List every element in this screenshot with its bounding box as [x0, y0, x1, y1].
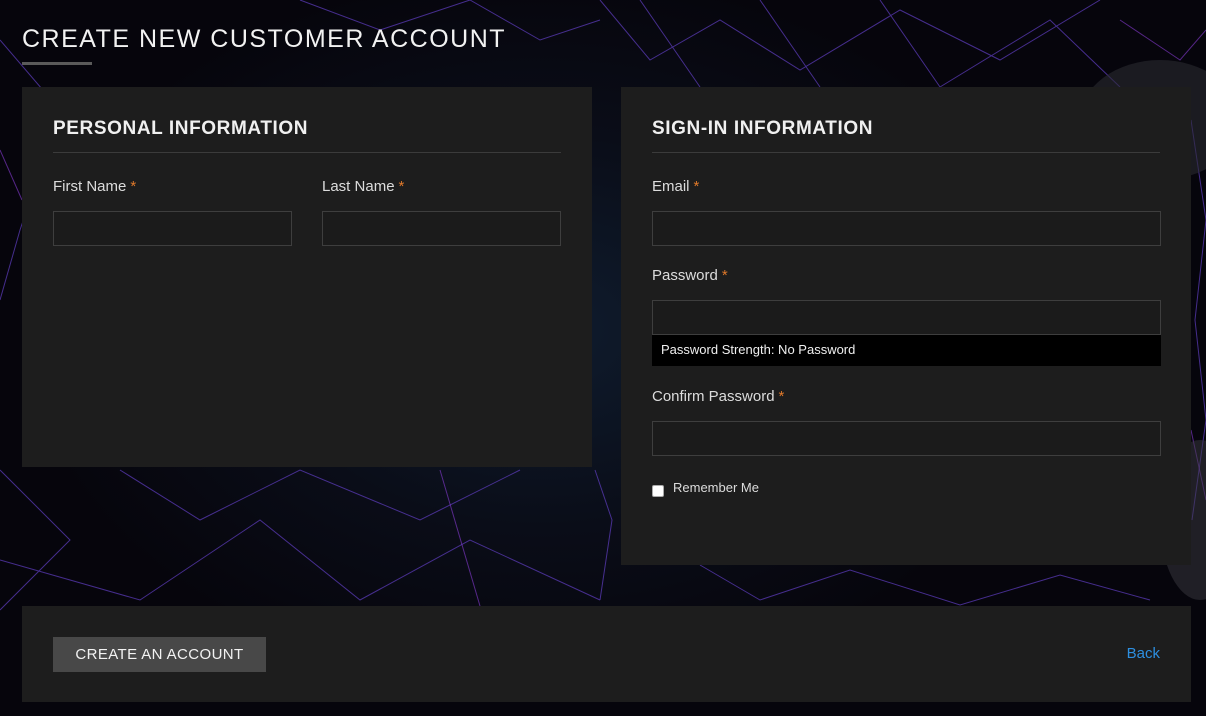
last-name-input[interactable]: [322, 211, 561, 246]
required-asterisk: *: [398, 178, 405, 195]
password-label-text: Password: [652, 267, 718, 284]
password-label: Password *: [652, 267, 728, 284]
first-name-label-text: First Name: [53, 178, 127, 195]
back-link[interactable]: Back: [1127, 645, 1160, 662]
password-input[interactable]: [652, 300, 1161, 335]
remember-me-checkbox[interactable]: [652, 485, 664, 497]
required-asterisk: *: [130, 178, 137, 195]
email-label-text: Email: [652, 178, 690, 195]
actions-toolbar: CREATE AN ACCOUNT Back: [22, 606, 1191, 702]
last-name-label: Last Name *: [322, 178, 404, 195]
email-input[interactable]: [652, 211, 1161, 246]
personal-information-heading: PERSONAL INFORMATION: [53, 118, 561, 153]
create-account-button[interactable]: CREATE AN ACCOUNT: [53, 637, 266, 672]
required-asterisk: *: [693, 178, 700, 195]
remember-me-label[interactable]: Remember Me: [673, 480, 759, 495]
first-name-label: First Name *: [53, 178, 136, 195]
sign-in-information-heading: SIGN-IN INFORMATION: [652, 118, 1160, 153]
first-name-input[interactable]: [53, 211, 292, 246]
sign-in-information-panel: SIGN-IN INFORMATION Email * Password * Pas…: [621, 87, 1191, 565]
confirm-password-label-text: Confirm Password: [652, 388, 775, 405]
title-underline: [22, 62, 92, 65]
email-label: Email *: [652, 178, 699, 195]
required-asterisk: *: [778, 388, 785, 405]
last-name-label-text: Last Name: [322, 178, 395, 195]
page-title: CREATE NEW CUSTOMER ACCOUNT: [22, 25, 507, 53]
confirm-password-label: Confirm Password *: [652, 388, 784, 405]
personal-information-panel: PERSONAL INFORMATION First Name * Last Na…: [22, 87, 592, 467]
required-asterisk: *: [721, 267, 728, 284]
confirm-password-input[interactable]: [652, 421, 1161, 456]
password-strength-meter: Password Strength: No Password: [652, 335, 1161, 366]
